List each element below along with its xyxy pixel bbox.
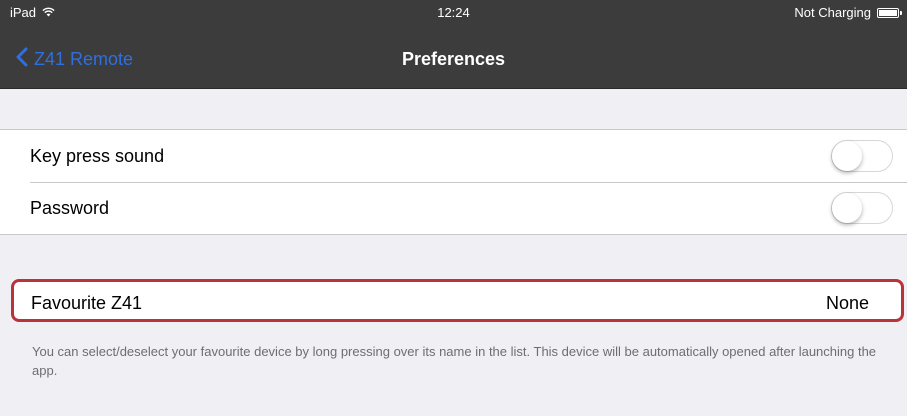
- toggle-settings-group: Key press sound Password: [0, 129, 907, 235]
- status-right: Not Charging: [794, 5, 902, 20]
- favourite-z41-value: None: [825, 293, 869, 313]
- favourite-z41-row[interactable]: Favourite Z41 None: [11, 279, 904, 322]
- favourite-z41-label: Favourite Z41: [31, 293, 143, 313]
- password-label: Password: [30, 197, 110, 218]
- toggle-knob: [832, 193, 862, 223]
- password-row: Password: [0, 182, 907, 234]
- battery-status-text: Not Charging: [794, 5, 871, 20]
- key-press-sound-row: Key press sound: [0, 130, 907, 182]
- key-press-sound-label: Key press sound: [30, 145, 165, 166]
- key-press-sound-toggle[interactable]: [831, 140, 893, 172]
- status-bar: iPad 12:24 Not Charging: [0, 0, 907, 24]
- status-time: 12:24: [437, 5, 470, 20]
- page-title: Preferences: [401, 49, 506, 69]
- toggle-knob: [832, 141, 862, 171]
- favourite-help-text: You can select/deselect your favourite d…: [32, 344, 877, 378]
- password-toggle[interactable]: [831, 192, 893, 224]
- navigation-bar: Z41 Remote Preferences: [0, 24, 907, 89]
- battery-icon: [877, 7, 902, 18]
